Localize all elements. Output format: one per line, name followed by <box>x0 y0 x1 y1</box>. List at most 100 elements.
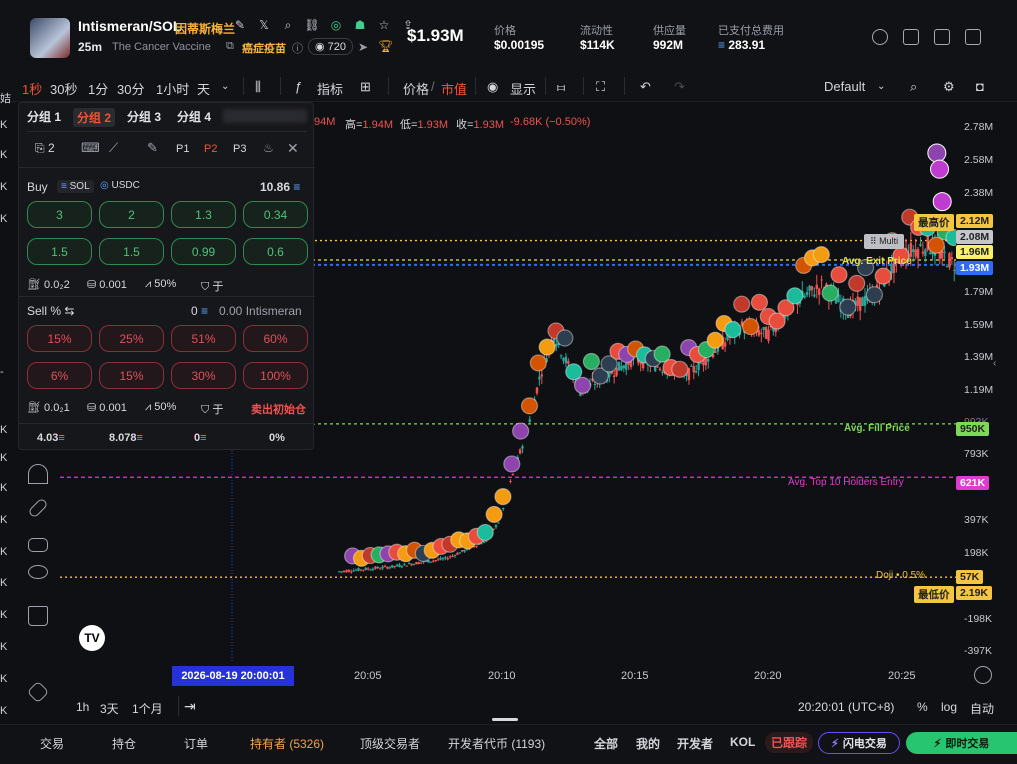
group-tab-3[interactable]: 分组 3 <box>127 108 161 125</box>
layout-icon[interactable] <box>965 29 981 45</box>
tab-holders[interactable]: 持有者 (5326) <box>250 735 324 752</box>
buy-amount-button[interactable]: 2 <box>99 201 164 228</box>
multi-marker[interactable]: ⠿ Multi <box>864 234 905 249</box>
buy-amount-button[interactable]: 1.5 <box>99 238 164 265</box>
layout-select[interactable]: Default <box>824 79 865 94</box>
flash-trade-button[interactable]: ⚡︎ 闪电交易 <box>818 732 900 754</box>
tradingview-logo[interactable]: TV <box>79 625 105 651</box>
search-icon[interactable]: ⌕ <box>910 79 917 95</box>
tab-trades[interactable]: 交易 <box>40 735 64 752</box>
preset-p3[interactable]: P3 <box>233 143 246 155</box>
trash-icon[interactable] <box>28 606 48 626</box>
search-icon[interactable]: ⌕ <box>280 17 296 33</box>
range-3d[interactable]: 3天 <box>100 700 119 717</box>
ghost-icon[interactable]: ☗ <box>352 17 368 33</box>
tab-orders[interactable]: 订单 <box>184 735 208 752</box>
filter-mine[interactable]: 我的 <box>636 735 660 752</box>
edit-icon[interactable]: ✎ <box>147 140 158 156</box>
sell-tip[interactable]: ⛁ 0.001 <box>87 401 127 414</box>
filter-kol[interactable]: KOL <box>730 735 755 749</box>
watchers-badge[interactable]: ◉ 720 <box>308 38 354 55</box>
interval-30s[interactable]: 30秒 <box>50 79 77 98</box>
chart-line-icon[interactable]: ⟋ <box>109 140 118 156</box>
chart-toggle-icon[interactable] <box>903 29 919 45</box>
buy-amount-button[interactable]: 0.34 <box>243 201 308 228</box>
settings-icon[interactable] <box>872 29 888 45</box>
date-range-icon[interactable]: ⇥ <box>184 698 196 715</box>
range-1h[interactable]: 1h <box>76 700 89 714</box>
eye-icon[interactable]: ◉ <box>487 79 498 95</box>
copy-icon[interactable]: ⧉ <box>226 40 234 53</box>
buy-slippage[interactable]: ⩘ 50% <box>145 278 176 291</box>
sell-percent-button[interactable]: 30% <box>171 362 236 389</box>
mcap-toggle[interactable]: 市值 <box>441 79 467 98</box>
wallet-count[interactable]: ⎘ 2 <box>35 141 55 156</box>
currency-sol[interactable]: ≡ SOL <box>57 180 94 193</box>
close-icon[interactable]: ✕ <box>287 140 299 157</box>
filter-all[interactable]: 全部 <box>594 735 618 752</box>
buy-amount-button[interactable]: 3 <box>27 201 92 228</box>
tab-top-traders[interactable]: 顶级交易者 <box>360 735 420 752</box>
interval-30m[interactable]: 30分 <box>117 79 144 98</box>
sell-percent-button[interactable]: 6% <box>27 362 92 389</box>
interval-1d[interactable]: 天 <box>197 79 210 98</box>
preset-p1[interactable]: P1 <box>176 143 189 155</box>
interval-dropdown-icon[interactable]: ⌄ <box>221 81 229 92</box>
reset-axis-icon[interactable] <box>974 666 992 684</box>
sell-percent-button[interactable]: 15% <box>27 325 92 352</box>
settings-sliders-icon[interactable]: ⧦ <box>557 79 565 95</box>
sell-percent-button[interactable]: 60% <box>243 325 308 352</box>
layout-dropdown-icon[interactable]: ⌄ <box>877 81 885 92</box>
buy-fee[interactable]: ⛽︎ 0.0₂2 <box>27 278 70 291</box>
sell-percent-button[interactable]: 51% <box>171 325 236 352</box>
interval-1m[interactable]: 1分 <box>88 79 108 98</box>
buy-tip[interactable]: ⛁ 0.001 <box>87 278 127 291</box>
interval-1s[interactable]: 1秒 <box>22 79 42 98</box>
time-axis[interactable]: 2026-08-19 20:00:01 20:05 20:10 20:15 20… <box>60 662 992 690</box>
scroll-handle[interactable] <box>492 718 518 721</box>
price-toggle[interactable]: 价格 <box>403 79 429 98</box>
eye-icon[interactable] <box>28 565 48 579</box>
indicators-icon[interactable]: ƒ <box>295 79 302 94</box>
group-tab-4[interactable]: 分组 4 <box>177 108 211 125</box>
range-1m[interactable]: 1个月 <box>132 700 163 717</box>
fire-icon[interactable]: ♨ <box>263 141 274 155</box>
indicators-button[interactable]: 指标 <box>317 79 343 98</box>
lock-icon[interactable] <box>28 538 48 552</box>
auto-toggle[interactable]: 自动 <box>970 700 994 717</box>
instant-trade-button[interactable]: ⚡︎ 即时交易 <box>906 732 1017 754</box>
buy-amount-button[interactable]: 1.5 <box>27 238 92 265</box>
fullscreen-icon[interactable]: ⛶ <box>596 79 605 95</box>
undo-icon[interactable]: ↶ <box>640 79 651 95</box>
popout-icon[interactable] <box>934 29 950 45</box>
trophy-icon[interactable]: 🏆︎ <box>378 39 393 53</box>
sell-fee[interactable]: ⛽︎ 0.0₂1 <box>27 401 70 414</box>
pencil-icon[interactable] <box>27 497 49 519</box>
link-icon[interactable]: ⛓ <box>304 17 320 33</box>
camera-icon[interactable]: ◘ <box>976 79 984 94</box>
telegram-icon[interactable]: ➤ <box>358 40 368 54</box>
gear-icon[interactable]: ⚙ <box>943 79 955 95</box>
redo-icon[interactable]: ↷ <box>674 79 685 95</box>
buy-mev[interactable]: ⛉ 于 <box>201 278 223 294</box>
price-axis[interactable]: 2.78M 2.58M 2.38M 最高价 2.12M 2.08M 1.96M … <box>914 102 1017 662</box>
sell-initial-button[interactable]: 卖出初始仓 <box>251 401 306 417</box>
group-tab-1[interactable]: 分组 1 <box>27 108 61 125</box>
swap-icon[interactable]: ⇆ <box>61 304 74 318</box>
filter-tracked[interactable]: 已跟踪 <box>765 732 814 753</box>
sell-percent-button[interactable]: 15% <box>99 362 164 389</box>
x-icon[interactable]: 𝕏 <box>256 17 272 33</box>
layers-icon[interactable] <box>26 680 50 704</box>
sell-slippage[interactable]: ⩘ 50% <box>145 401 176 414</box>
star-icon[interactable]: ☆ <box>376 17 392 33</box>
edit-icon[interactable]: ✎ <box>232 17 248 33</box>
percent-toggle[interactable]: % <box>917 700 928 714</box>
tab-dev-tokens[interactable]: 开发者代币 (1193) <box>448 735 545 752</box>
sell-mev[interactable]: ⛉ 于 <box>201 401 223 417</box>
magnet-icon[interactable] <box>28 464 48 484</box>
templates-icon[interactable]: ⊞ <box>360 79 371 95</box>
currency-usdc[interactable]: ◎ USDC <box>100 180 140 191</box>
keyboard-icon[interactable]: ⌨ <box>81 140 100 156</box>
globe-icon[interactable]: ◎ <box>328 17 344 33</box>
buy-amount-button[interactable]: 0.6 <box>243 238 308 265</box>
